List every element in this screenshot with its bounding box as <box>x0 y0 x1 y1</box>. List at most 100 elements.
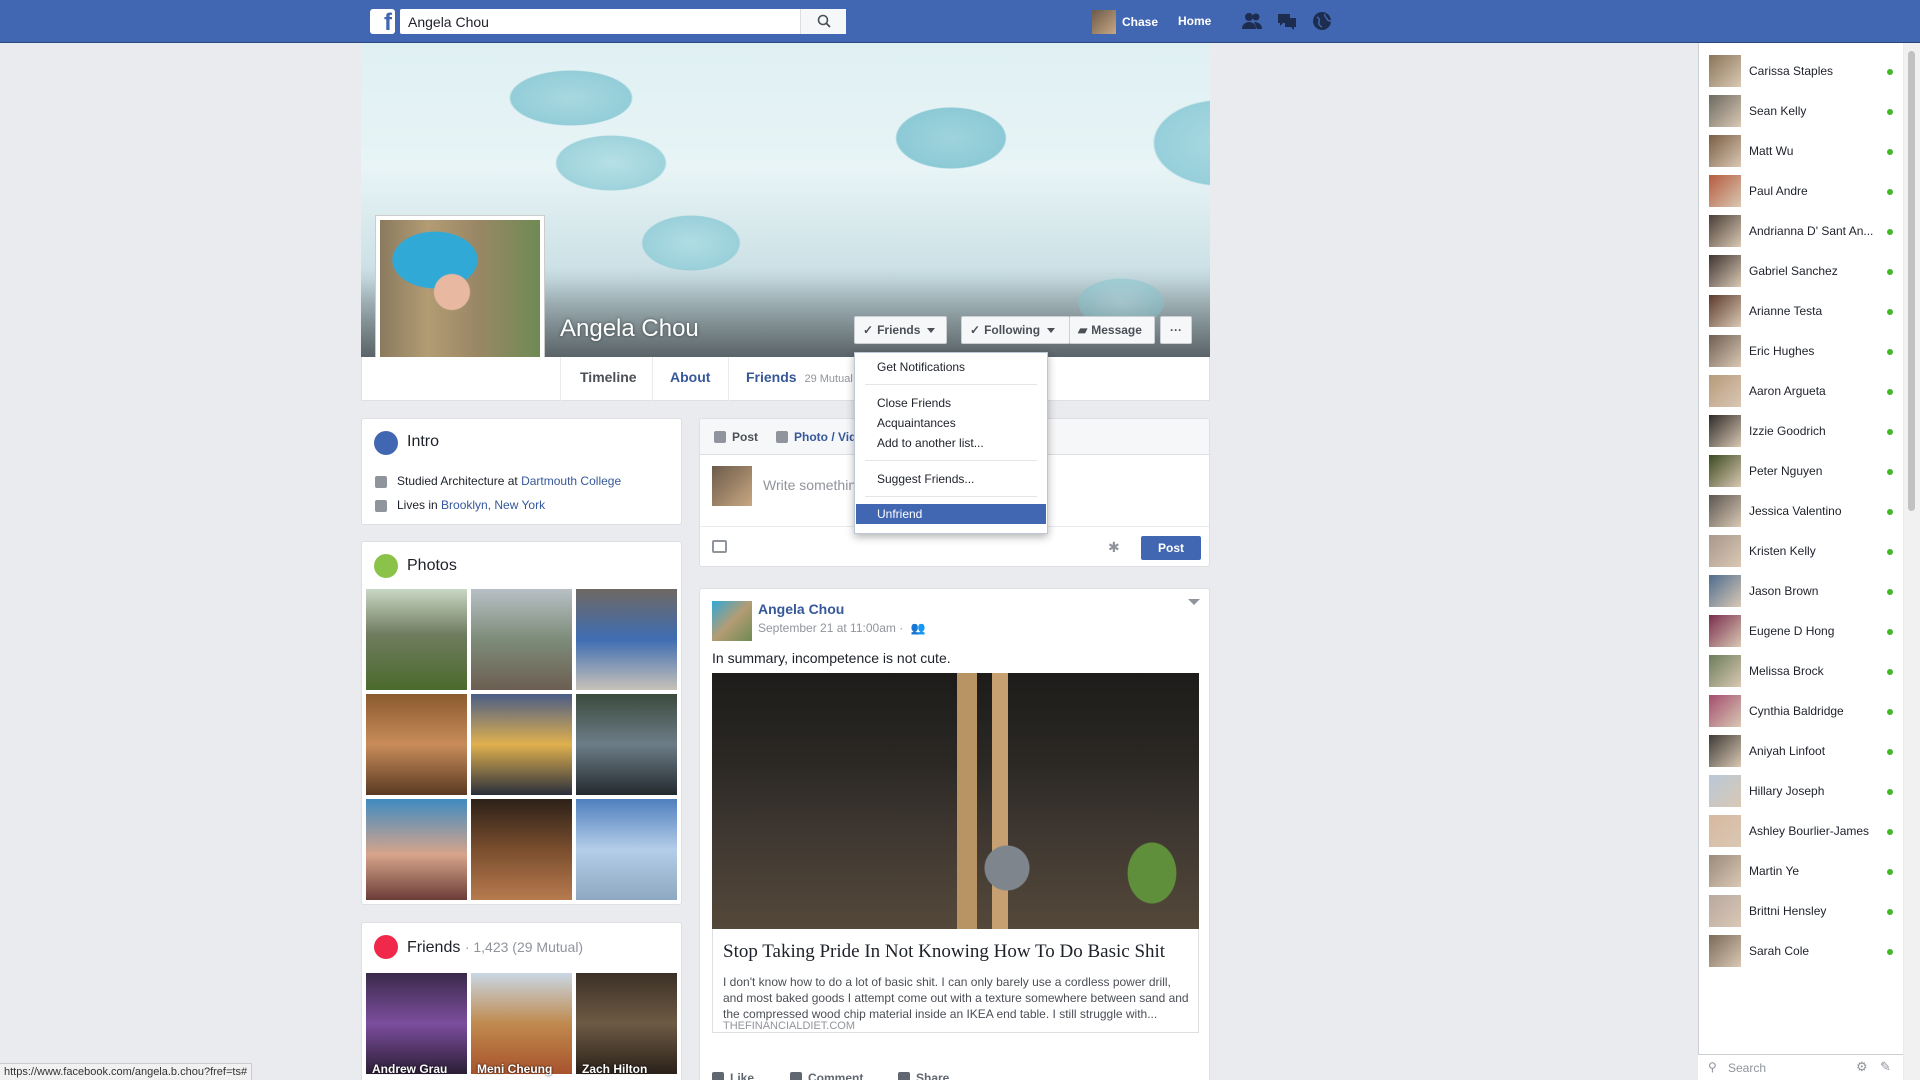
photo-thumbnail[interactable] <box>576 589 677 690</box>
camera-icon[interactable] <box>712 540 727 553</box>
chat-contact[interactable]: Ashley Bourlier-James <box>1699 811 1904 851</box>
message-button[interactable]: ▰ Message <box>1069 316 1155 344</box>
composer-input[interactable]: Write something <box>763 477 864 493</box>
friends-dropdown-menu: Get Notifications Close Friends Acquaint… <box>854 352 1048 534</box>
chat-contact[interactable]: Peter Nguyen <box>1699 451 1904 491</box>
friend-thumbnail[interactable]: Meni Cheung <box>471 973 572 1076</box>
post-date: September 21 at 11:00am · 👥 <box>758 621 926 635</box>
online-status-icon <box>1887 949 1893 955</box>
post-timestamp[interactable]: September 21 at 11:00am · <box>758 621 903 635</box>
post-link-image[interactable] <box>712 673 1199 929</box>
photo-thumbnail[interactable] <box>471 694 572 795</box>
photos-title[interactable]: Photos <box>407 557 457 575</box>
avatar <box>1709 895 1741 927</box>
photo-thumbnail[interactable] <box>576 799 677 900</box>
search-input[interactable]: Angela Chou <box>400 9 846 34</box>
compose-icon[interactable]: ✎ <box>1880 1059 1891 1075</box>
education-icon <box>375 476 387 488</box>
chat-contact[interactable]: Eugene D Hong <box>1699 611 1904 651</box>
chat-search-input[interactable]: ⚲ Search ⚙ ✎ <box>1698 1054 1903 1080</box>
chat-contact[interactable]: Cynthia Baldridge <box>1699 691 1904 731</box>
share-button[interactable]: Share <box>898 1071 949 1080</box>
menu-item-get-notifications[interactable]: Get Notifications <box>856 357 1046 377</box>
menu-item-add-to-list[interactable]: Add to another list... <box>856 433 1046 453</box>
location-link[interactable]: Brooklyn, New York <box>441 498 545 512</box>
message-icon: ▰ <box>1078 323 1088 337</box>
photo-thumbnail[interactable] <box>366 694 467 795</box>
chat-contact[interactable]: Paul Andre <box>1699 171 1904 211</box>
chat-contact[interactable]: Hillary Joseph <box>1699 771 1904 811</box>
photo-thumbnail[interactable] <box>471 799 572 900</box>
intro-card: Intro Studied Architecture at Dartmouth … <box>361 418 682 525</box>
online-status-icon <box>1887 429 1893 435</box>
tab-timeline[interactable]: Timeline <box>580 369 637 385</box>
more-options-button[interactable]: ··· <box>1160 316 1192 344</box>
menu-item-acquaintances[interactable]: Acquaintances <box>856 413 1046 433</box>
post-author[interactable]: Angela Chou <box>758 601 844 617</box>
chat-contact-name: Andrianna D' Sant An... <box>1749 224 1874 238</box>
chat-contact[interactable]: Aniyah Linfoot <box>1699 731 1904 771</box>
education-link[interactable]: Dartmouth College <box>521 474 621 488</box>
menu-item-suggest-friends[interactable]: Suggest Friends... <box>856 469 1046 489</box>
profile-name[interactable]: Angela Chou <box>560 315 699 343</box>
chat-contact[interactable]: Jason Brown <box>1699 571 1904 611</box>
tab-friends[interactable]: Friends 29 Mutual <box>746 369 853 385</box>
friend-thumbnail[interactable]: Andrew Grau <box>366 973 467 1076</box>
scrollbar-thumb[interactable] <box>1908 51 1915 511</box>
composer-tab-post[interactable]: Post <box>714 430 758 444</box>
chat-contact[interactable]: Gabriel Sanchez <box>1699 251 1904 291</box>
check-icon: ✓ <box>863 323 874 337</box>
link-title[interactable]: Stop Taking Pride In Not Knowing How To … <box>723 941 1165 963</box>
chat-contact[interactable]: Sean Kelly <box>1699 91 1904 131</box>
link-preview[interactable]: Stop Taking Pride In Not Knowing How To … <box>712 929 1199 1033</box>
avatar <box>1709 175 1741 207</box>
photo-thumbnail[interactable] <box>471 589 572 690</box>
chevron-down-icon[interactable] <box>1188 599 1200 605</box>
search-button[interactable] <box>800 9 846 34</box>
chat-contact[interactable]: Kristen Kelly <box>1699 531 1904 571</box>
chat-contact[interactable]: Matt Wu <box>1699 131 1904 171</box>
chat-contact[interactable]: Jessica Valentino <box>1699 491 1904 531</box>
post-button[interactable]: Post <box>1141 536 1201 560</box>
composer-tab-photo[interactable]: Photo / Vid <box>776 430 856 444</box>
settings-icon[interactable]: ✱ <box>1108 539 1120 556</box>
post-text: In summary, incompetence is not cute. <box>712 650 951 666</box>
friend-thumbnail[interactable]: Zach Hilton <box>576 973 677 1076</box>
nav-home-link[interactable]: Home <box>1178 14 1211 28</box>
friends-title-text[interactable]: Friends <box>407 939 460 956</box>
photo-thumbnail[interactable] <box>366 589 467 690</box>
nav-profile-link[interactable]: Chase <box>1092 10 1158 34</box>
avatar[interactable] <box>712 601 752 641</box>
tab-about[interactable]: About <box>670 369 710 385</box>
photo-thumbnail[interactable] <box>576 694 677 795</box>
comment-button[interactable]: Comment <box>790 1071 863 1080</box>
friends-button[interactable]: ✓ Friends <box>854 316 947 344</box>
online-status-icon <box>1887 869 1893 875</box>
chat-contact[interactable]: Martin Ye <box>1699 851 1904 891</box>
friends-audience-icon[interactable]: 👥 <box>911 621 926 635</box>
chat-contact[interactable]: Sarah Cole <box>1699 931 1904 971</box>
friend-requests-icon[interactable] <box>1241 11 1263 31</box>
chat-contact[interactable]: Andrianna D' Sant An... <box>1699 211 1904 251</box>
scrollbar[interactable] <box>1904 43 1920 1080</box>
chat-contact[interactable]: Brittni Hensley <box>1699 891 1904 931</box>
avatar <box>1709 495 1741 527</box>
chat-contact-name: Gabriel Sanchez <box>1749 264 1838 278</box>
menu-item-close-friends[interactable]: Close Friends <box>856 393 1046 413</box>
following-button[interactable]: ✓ Following <box>961 316 1070 344</box>
chat-contact[interactable]: Eric Hughes <box>1699 331 1904 371</box>
notifications-globe-icon[interactable] <box>1311 11 1333 31</box>
facebook-logo-icon[interactable]: f <box>370 9 395 36</box>
messages-icon[interactable] <box>1276 11 1298 31</box>
gear-icon[interactable]: ⚙ <box>1856 1059 1868 1075</box>
menu-item-unfriend[interactable]: Unfriend <box>856 504 1046 524</box>
chat-contact[interactable]: Izzie Goodrich <box>1699 411 1904 451</box>
chat-contact[interactable]: Melissa Brock <box>1699 651 1904 691</box>
photo-thumbnail[interactable] <box>366 799 467 900</box>
like-button[interactable]: Like <box>712 1071 754 1080</box>
online-status-icon <box>1887 349 1893 355</box>
chat-contact[interactable]: Arianne Testa <box>1699 291 1904 331</box>
chat-contact[interactable]: Carissa Staples <box>1699 51 1904 91</box>
online-status-icon <box>1887 189 1893 195</box>
chat-contact[interactable]: Aaron Argueta <box>1699 371 1904 411</box>
